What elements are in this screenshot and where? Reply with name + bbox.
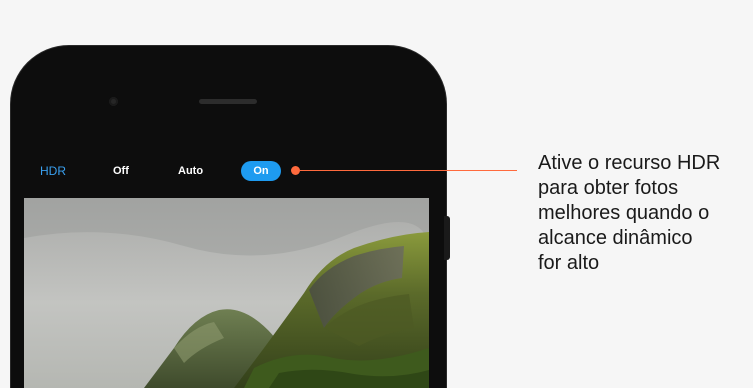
callout-marker-dot [291, 166, 300, 175]
callout-line-5: for alto [538, 252, 600, 274]
callout-line-4: alcance dinâmico [538, 227, 693, 249]
landscape-photo [24, 198, 429, 388]
camera-viewfinder [24, 198, 429, 388]
callout-line-3: melhores quando o [538, 202, 710, 224]
hdr-toolbar: HDR Off Auto On [24, 150, 429, 192]
hdr-tutorial-screen: HDR Off Auto On Ative o recurso HDR para… [0, 0, 753, 388]
hdr-callout-text: Ative o recurso HDR para obter fotos mel… [538, 151, 748, 276]
phone-side-button [444, 216, 450, 260]
earpiece-slot [199, 99, 257, 104]
callout-connector-line [300, 170, 517, 171]
front-camera-icon [109, 97, 118, 106]
hdr-auto-option[interactable]: Auto [178, 150, 203, 192]
hdr-off-option[interactable]: Off [113, 150, 129, 192]
callout-line-2: para obter fotos [538, 177, 679, 199]
hdr-on-option[interactable]: On [241, 161, 281, 181]
callout-line-1: Ative o recurso HDR [538, 152, 721, 174]
hdr-label: HDR [40, 164, 66, 178]
